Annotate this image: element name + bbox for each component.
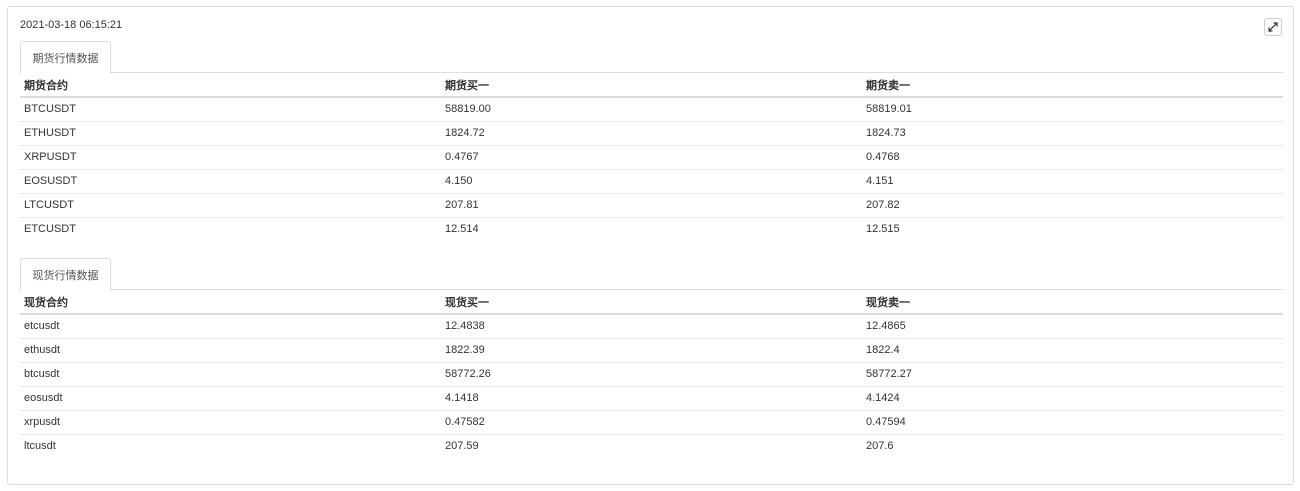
table-header-row: 现货合约 现货买一 现货卖一 [20, 290, 1283, 315]
column-header-contract: 现货合约 [20, 290, 441, 315]
cell-contract: ETCUSDT [24, 223, 76, 236]
cell-contract: ethusdt [20, 338, 441, 363]
spot-tabbar: 现货行情数据 [20, 258, 1283, 291]
cell-ask: 4.151 [862, 169, 1283, 194]
table-row: BTCUSDT 58819.00 58819.01 [20, 97, 1283, 122]
cell-bid: 207.59 [445, 440, 479, 453]
cell-contract: eosusdt [20, 386, 441, 411]
cell-bid: 1824.72 [441, 121, 862, 146]
cell-ask: 207.82 [862, 193, 1283, 218]
cell-bid: 207.81 [441, 193, 862, 218]
table-row: btcusdt 58772.26 58772.27 [20, 362, 1283, 387]
spot-section: 现货行情数据 现货合约 现货买一 现货卖一 etcusdt 12.4838 12… [20, 258, 1283, 458]
table-row: xrpusdt 0.47582 0.47594 [20, 410, 1283, 435]
cell-ask: 0.4768 [862, 145, 1283, 170]
table-row: EOSUSDT 4.150 4.151 [20, 169, 1283, 194]
cell-bid: 4.150 [441, 169, 862, 194]
table-row: LTCUSDT 207.81 207.82 [20, 193, 1283, 218]
cell-ask: 1824.73 [862, 121, 1283, 146]
expand-arrows-icon [1268, 22, 1278, 32]
column-header-contract: 期货合约 [20, 73, 441, 98]
futures-table: 期货合约 期货买一 期货卖一 BTCUSDT 58819.00 58819.01… [20, 73, 1283, 241]
cell-bid: 58772.26 [441, 362, 862, 387]
cell-contract: xrpusdt [20, 410, 441, 435]
cell-contract: ETHUSDT [20, 121, 441, 146]
table-row: ethusdt 1822.39 1822.4 [20, 338, 1283, 363]
cell-bid: 58819.00 [441, 97, 862, 122]
cell-ask: 1822.4 [862, 338, 1283, 363]
cell-contract: BTCUSDT [20, 97, 441, 122]
column-header-ask: 期货卖一 [862, 73, 1283, 98]
cell-contract: EOSUSDT [20, 169, 441, 194]
cell-contract: XRPUSDT [20, 145, 441, 170]
cell-ask: 12.4865 [862, 314, 1283, 339]
cell-bid: 0.4767 [441, 145, 862, 170]
futures-section: 期货行情数据 期货合约 期货买一 期货卖一 BTCUSDT 58819.00 5… [20, 41, 1283, 241]
cell-contract: LTCUSDT [20, 193, 441, 218]
table-row: etcusdt 12.4838 12.4865 [20, 314, 1283, 339]
expand-button[interactable] [1264, 18, 1282, 36]
cell-ask: 58819.01 [862, 97, 1283, 122]
cell-ask: 207.6 [866, 440, 894, 453]
table-row: XRPUSDT 0.4767 0.4768 [20, 145, 1283, 170]
table-row: ETCUSDT 12.514 12.515 [20, 217, 1283, 241]
cell-bid: 4.1418 [441, 386, 862, 411]
cell-bid: 12.514 [445, 223, 479, 236]
tab-futures-data[interactable]: 期货行情数据 [20, 41, 111, 74]
spot-table: 现货合约 现货买一 现货卖一 etcusdt 12.4838 12.4865 e… [20, 290, 1283, 458]
cell-ask: 58772.27 [862, 362, 1283, 387]
tab-spot-data[interactable]: 现货行情数据 [20, 258, 111, 291]
timestamp: 2021-03-18 06:15:21 [20, 19, 123, 31]
cell-bid: 12.4838 [441, 314, 862, 339]
column-header-bid: 期货买一 [441, 73, 862, 98]
cell-ask: 0.47594 [862, 410, 1283, 435]
table-row: eosusdt 4.1418 4.1424 [20, 386, 1283, 411]
cell-contract: ltcusdt [24, 440, 56, 453]
table-header-row: 期货合约 期货买一 期货卖一 [20, 73, 1283, 98]
column-header-ask: 现货卖一 [862, 290, 1283, 315]
cell-ask: 12.515 [866, 223, 900, 236]
cell-contract: etcusdt [20, 314, 441, 339]
cell-bid: 1822.39 [441, 338, 862, 363]
table-row: ltcusdt 207.59 207.6 [20, 434, 1283, 458]
cell-bid: 0.47582 [441, 410, 862, 435]
futures-tabbar: 期货行情数据 [20, 41, 1283, 74]
cell-ask: 4.1424 [862, 386, 1283, 411]
cell-contract: btcusdt [20, 362, 441, 387]
status-panel: 2021-03-18 06:15:21 期货行情数据 期货合约 期货买一 期货卖… [7, 6, 1294, 485]
table-row: ETHUSDT 1824.72 1824.73 [20, 121, 1283, 146]
column-header-bid: 现货买一 [441, 290, 862, 315]
